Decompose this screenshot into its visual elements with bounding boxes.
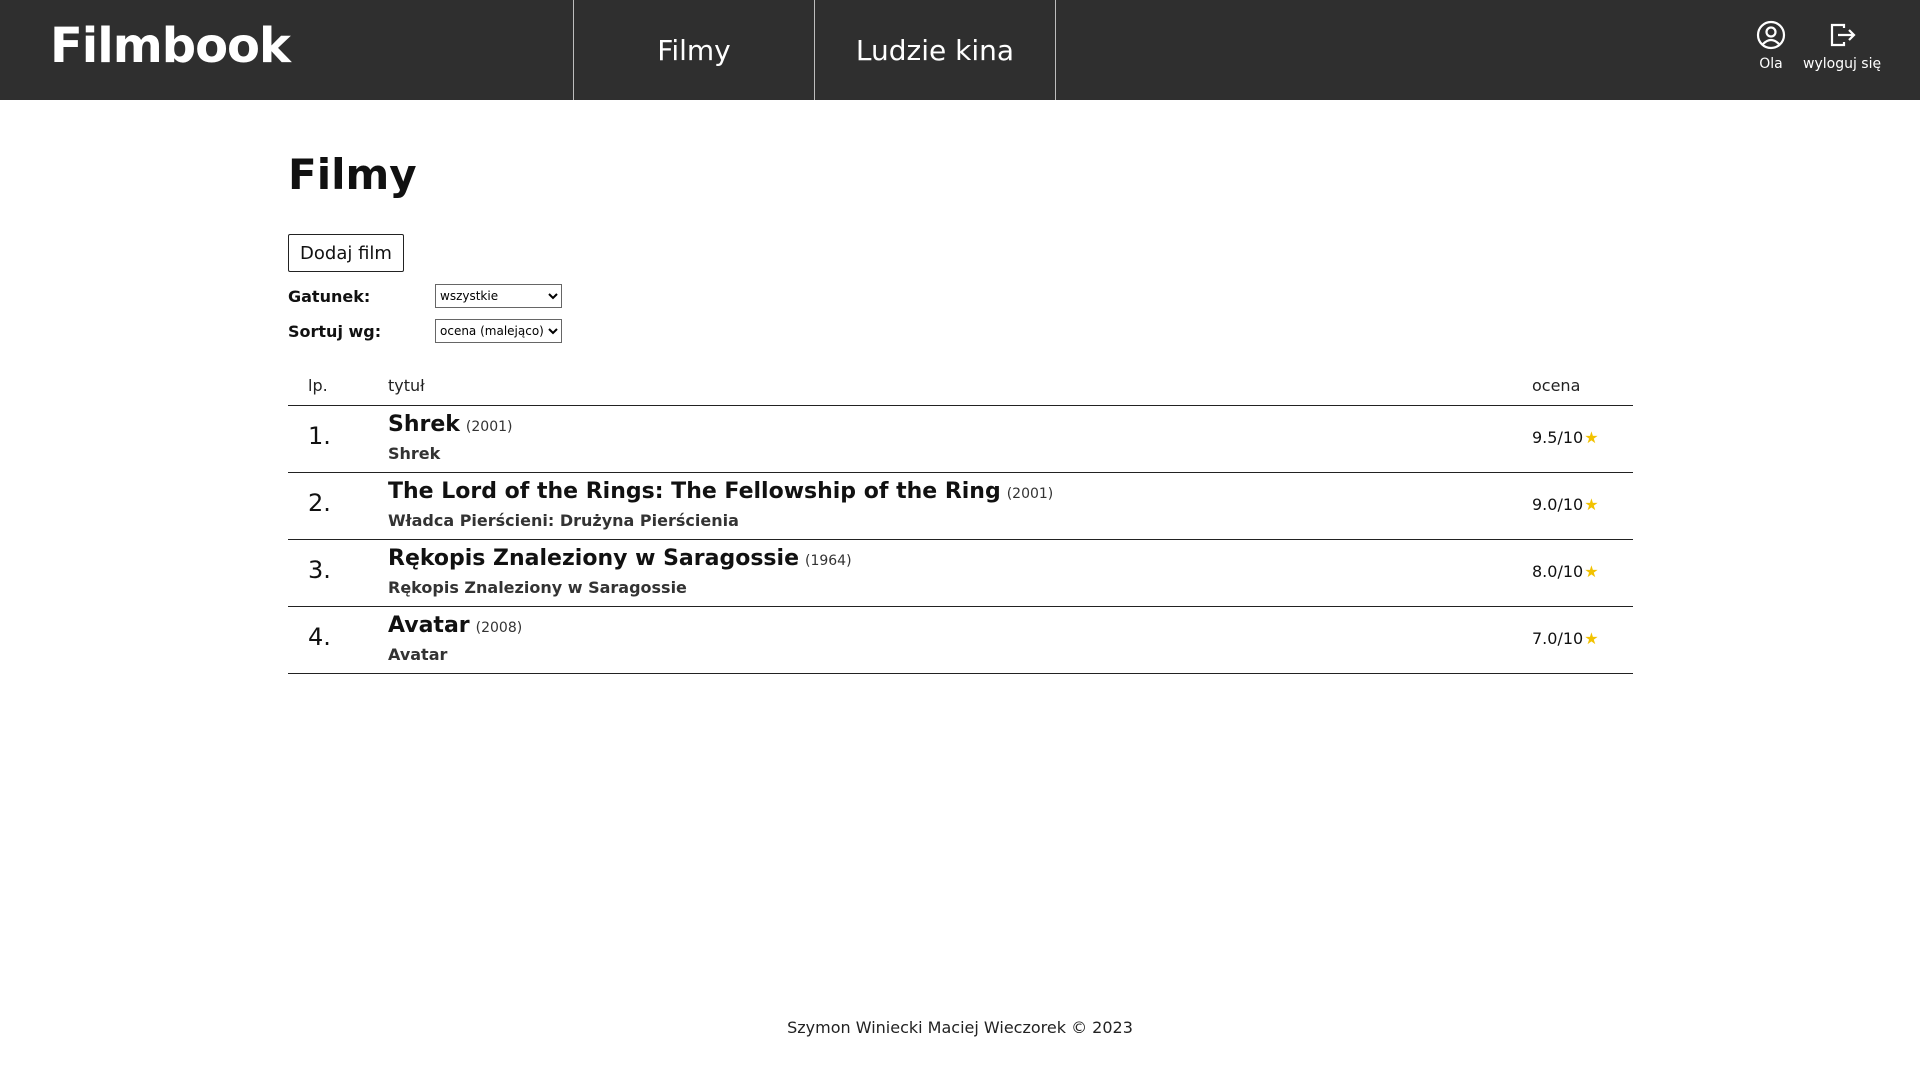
footer: Szymon Winiecki Maciej Wieczorek © 2023 <box>787 1018 1133 1037</box>
film-title-block[interactable]: The Lord of the Rings: The Fellowship of… <box>388 479 1053 504</box>
nav-divider <box>1055 0 1056 100</box>
film-title[interactable]: Avatar <box>388 613 470 638</box>
film-title[interactable]: Rękopis Znaleziony w Saragossie <box>388 546 799 571</box>
star-icon: ★ <box>1584 562 1599 581</box>
logout-icon <box>1830 23 1856 47</box>
rating-value: 9.5/10 <box>1532 428 1584 447</box>
logo[interactable]: Filmbook <box>50 18 291 74</box>
film-title-block[interactable]: Rękopis Znaleziony w Saragossie (1964) <box>388 546 852 571</box>
rating-value: 7.0/10 <box>1532 629 1584 648</box>
film-original-title: Avatar <box>388 645 448 664</box>
genre-select[interactable]: wszystkie <box>435 284 562 308</box>
header-title[interactable]: tytuł <box>388 376 425 395</box>
sort-filter: Sortuj wg: ocena (malejąco) <box>288 319 562 343</box>
nav-films[interactable]: Filmy <box>573 0 814 100</box>
table-row[interactable]: 4. Avatar (2008) Avatar 7.0/10 ★ <box>288 607 1633 674</box>
film-title[interactable]: Shrek <box>388 412 460 437</box>
row-number: 4. <box>308 623 331 651</box>
film-original-title: Shrek <box>388 444 441 463</box>
user-profile-button[interactable]: Ola <box>1756 20 1786 72</box>
film-rating: 9.0/10 ★ <box>1532 495 1599 514</box>
film-rating: 7.0/10 ★ <box>1532 629 1599 648</box>
films-table: lp. tytuł ocena 1. Shrek (2001) Shrek 9.5… <box>288 370 1633 674</box>
film-rating: 8.0/10 ★ <box>1532 562 1599 581</box>
row-number: 3. <box>308 556 331 584</box>
table-row[interactable]: 2. The Lord of the Rings: The Fellowship… <box>288 473 1633 540</box>
film-year: (2001) <box>1006 486 1054 502</box>
film-year: (1964) <box>805 553 852 569</box>
star-icon: ★ <box>1584 629 1599 648</box>
film-original-title: Władca Pierścieni: Drużyna Pierścienia <box>388 511 739 530</box>
header-rating[interactable]: ocena <box>1532 376 1580 395</box>
film-title[interactable]: The Lord of the Rings: The Fellowship of… <box>388 479 1001 504</box>
genre-filter: Gatunek: wszystkie <box>288 284 562 308</box>
sort-select[interactable]: ocena (malejąco) <box>435 319 562 343</box>
page-title: Filmy <box>288 150 417 199</box>
film-original-title: Rękopis Znaleziony w Saragossie <box>388 578 687 597</box>
star-icon: ★ <box>1584 495 1599 514</box>
nav-people[interactable]: Ludzie kina <box>814 0 1055 100</box>
logout-label: wyloguj się <box>1803 56 1882 72</box>
add-film-button[interactable]: Dodaj film <box>288 234 404 272</box>
table-row[interactable]: 3. Rękopis Znaleziony w Saragossie (1964)… <box>288 540 1633 607</box>
film-year: (2001) <box>465 419 513 435</box>
user-name-label: Ola <box>1759 56 1783 72</box>
header-lp: lp. <box>308 376 328 395</box>
user-icon <box>1756 20 1786 50</box>
genre-label: Gatunek: <box>288 286 371 306</box>
table-row[interactable]: 1. Shrek (2001) Shrek 9.5/10 ★ <box>288 406 1633 473</box>
film-title-block[interactable]: Shrek (2001) <box>388 412 512 437</box>
star-icon: ★ <box>1584 428 1599 447</box>
row-number: 1. <box>308 422 331 450</box>
film-year: (2008) <box>475 620 523 636</box>
rating-value: 9.0/10 <box>1532 495 1584 514</box>
row-number: 2. <box>308 489 331 517</box>
film-title-block[interactable]: Avatar (2008) <box>388 613 522 638</box>
table-header: lp. tytuł ocena <box>288 370 1633 406</box>
film-rating: 9.5/10 ★ <box>1532 428 1599 447</box>
rating-value: 8.0/10 <box>1532 562 1584 581</box>
logout-button[interactable]: wyloguj się <box>1803 20 1881 72</box>
sort-label: Sortuj wg: <box>288 321 382 341</box>
top-navbar: Filmbook Filmy Ludzie kina Ola wyloguj s… <box>0 0 1920 100</box>
